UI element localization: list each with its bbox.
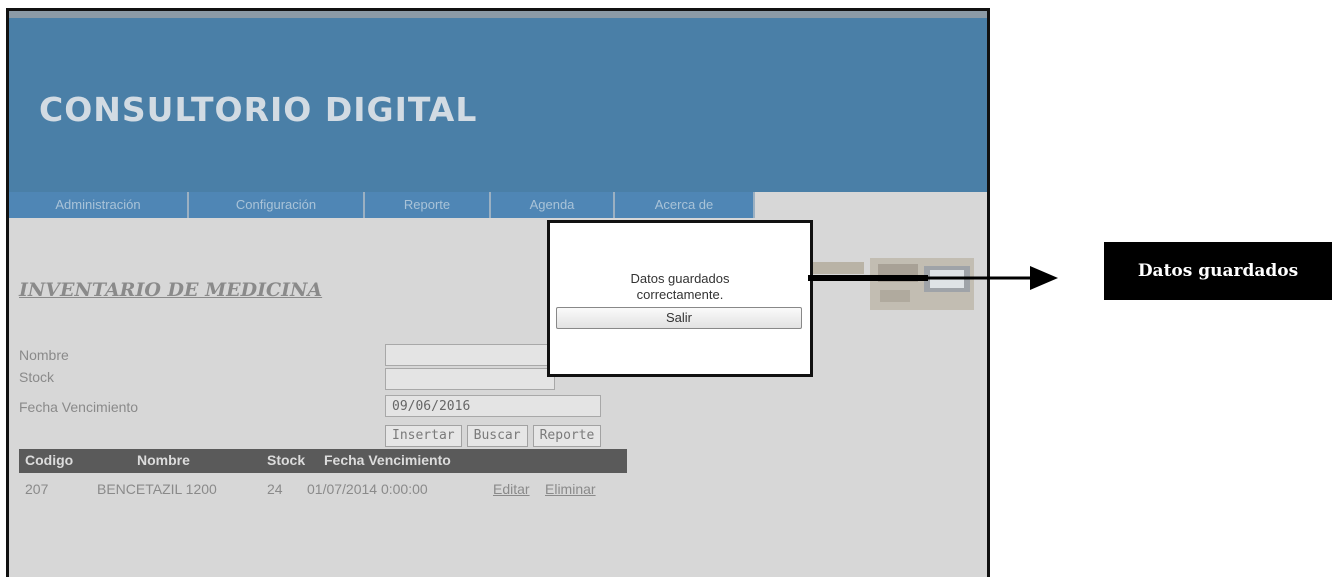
buscar-button[interactable]: Buscar (466, 425, 528, 447)
menu-item-configuracion[interactable]: Configuración (189, 192, 365, 218)
dialog-message-line1: Datos guardados (630, 271, 730, 286)
table-row: 207 BENCETAZIL 1200 24 01/07/2014 0:00:0… (19, 479, 627, 501)
cell-codigo: 207 (25, 481, 49, 497)
menu-item-reporte[interactable]: Reporte (365, 192, 491, 218)
brand-title: CONSULTORIO DIGITAL (39, 90, 478, 129)
nombre-label: Nombre (19, 347, 69, 363)
top-strip (9, 11, 987, 18)
column-header-stock: Stock (267, 452, 306, 468)
datos-guardados-callout: Datos guardados (1104, 242, 1332, 300)
column-header-nombre: Nombre (137, 452, 190, 468)
cell-fecha: 01/07/2014 0:00:00 (307, 481, 428, 497)
table-header: Codigo Nombre Stock Fecha Vencimiento (19, 449, 627, 473)
insertar-button[interactable]: Insertar (385, 425, 462, 447)
column-header-fecha: Fecha Vencimiento (324, 452, 451, 468)
nombre-input[interactable] (385, 344, 555, 366)
cell-stock: 24 (267, 481, 283, 497)
editar-link[interactable]: Editar (493, 481, 530, 497)
dialog-message: Datos guardados correctamente. (550, 271, 810, 303)
page-title: INVENTARIO DE MEDICINA (19, 279, 323, 301)
menu-item-agenda[interactable]: Agenda (491, 192, 615, 218)
menu-bar: Administración Configuración Reporte Age… (9, 192, 987, 218)
header-banner: CONSULTORIO DIGITAL (9, 18, 987, 192)
stock-input[interactable] (385, 368, 555, 390)
menu-item-administracion[interactable]: Administración (9, 192, 189, 218)
stock-label: Stock (19, 369, 55, 385)
dialog-message-line2: correctamente. (636, 287, 724, 302)
annotation-arrow-icon (808, 266, 1058, 290)
fecha-vencimiento-input[interactable]: 09/06/2016 (385, 395, 601, 417)
eliminar-link[interactable]: Eliminar (545, 481, 596, 497)
reporte-button[interactable]: Reporte (532, 425, 602, 447)
confirmation-dialog: Datos guardados correctamente. Salir (547, 220, 813, 377)
salir-button[interactable]: Salir (556, 307, 802, 329)
fecha-vencimiento-label: Fecha Vencimiento (19, 399, 139, 415)
menu-item-acerca-de[interactable]: Acerca de (615, 192, 755, 218)
form-buttons: Insertar Buscar Reporte (385, 425, 602, 447)
cell-nombre: BENCETAZIL 1200 (97, 481, 217, 497)
main-menu: Administración Configuración Reporte Age… (9, 192, 755, 218)
column-header-codigo: Codigo (25, 452, 74, 468)
